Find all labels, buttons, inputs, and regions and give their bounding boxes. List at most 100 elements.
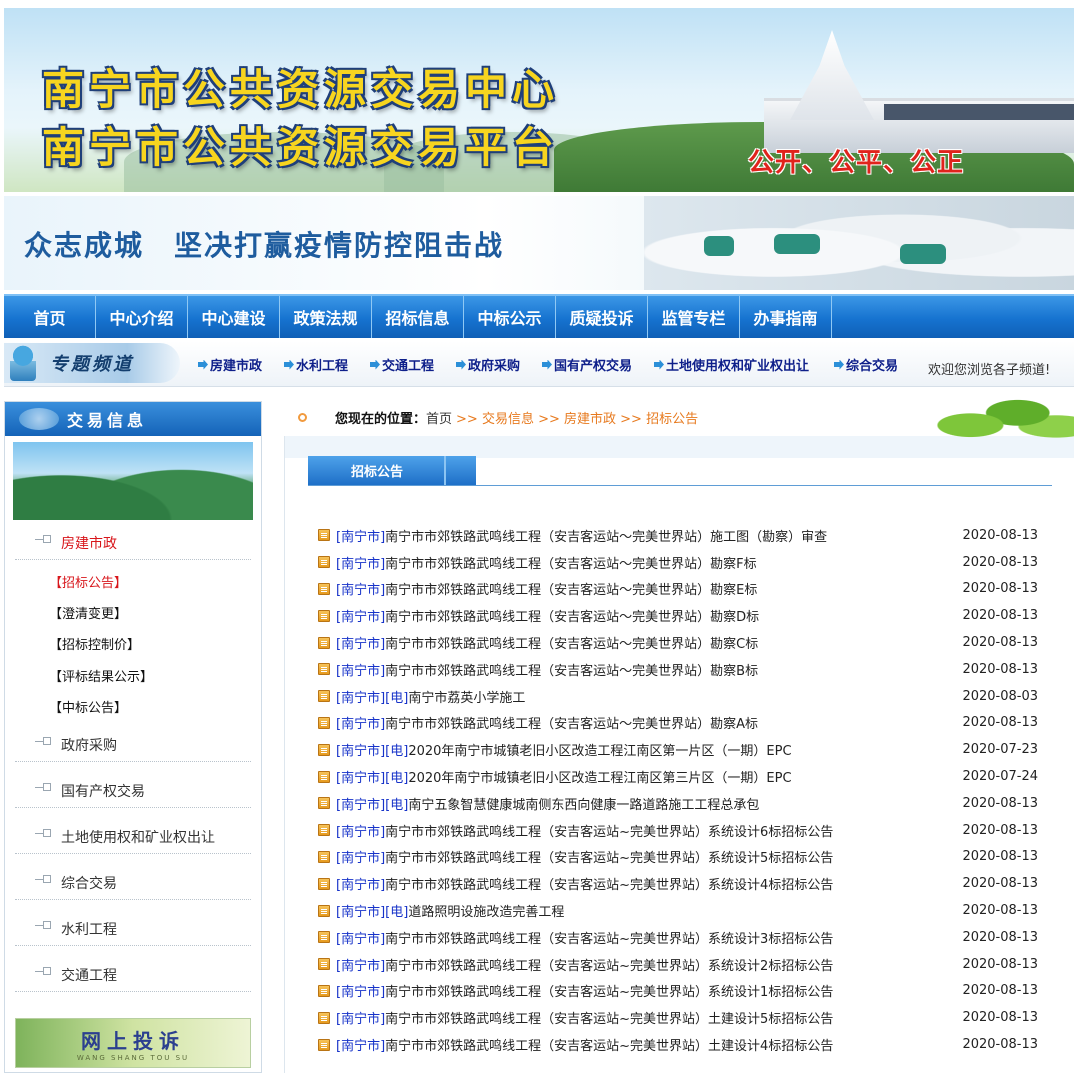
nav-item-tender-info[interactable]: 招标信息 bbox=[372, 296, 464, 338]
list-item[interactable]: [南宁市] 南宁市市郊铁路武鸣线工程（安吉客运站~完美世界站）土建设计5标招标公告… bbox=[318, 1004, 1048, 1031]
sidebar-item-state-assets[interactable]: 国有产权交易 bbox=[15, 770, 251, 808]
nav-item-guide[interactable]: 办事指南 bbox=[740, 296, 832, 338]
sidebar-item-comprehensive[interactable]: 综合交易 bbox=[15, 862, 251, 900]
list-item[interactable]: [南宁市] 南宁市市郊铁路武鸣线工程（安吉客运站～完美世界站）勘察B标 2020-0… bbox=[318, 656, 1048, 683]
list-item[interactable]: [南宁市] 南宁市市郊铁路武鸣线工程（安吉客运站～完美世界站）勘察E标 2020-0… bbox=[318, 576, 1048, 603]
nav-item-supervision[interactable]: 监管专栏 bbox=[648, 296, 740, 338]
sidebar-item-procurement[interactable]: 政府采购 bbox=[15, 724, 251, 762]
list-item[interactable]: [南宁市] 南宁市市郊铁路武鸣线工程（安吉客运站～完美世界站）勘察D标 2020-0… bbox=[318, 602, 1048, 629]
list-item[interactable]: [南宁市] 南宁市市郊铁路武鸣线工程（安吉客运站~完美世界站）系统设计1标招标公告… bbox=[318, 978, 1048, 1005]
breadcrumb-home[interactable]: 首页 bbox=[426, 408, 452, 427]
topic-link-water[interactable]: 水利工程 bbox=[284, 355, 348, 374]
header-banner: 南宁市公共资源交易中心 南宁市公共资源交易平台 公开、公平、公正 bbox=[4, 8, 1074, 192]
list-item[interactable]: [南宁市] [电] 南宁市荔英小学施工 2020-08-03 bbox=[318, 683, 1048, 710]
building-spire-shape bbox=[790, 30, 874, 120]
notice-title[interactable]: 南宁市市郊铁路武鸣线工程（安吉客运站～完美世界站）施工图（勘察）审查 bbox=[385, 526, 827, 545]
notice-title[interactable]: 南宁市市郊铁路武鸣线工程（安吉客运站~完美世界站）系统设计2标招标公告 bbox=[385, 955, 833, 974]
notice-title[interactable]: 道路照明设施改造完善工程 bbox=[408, 901, 564, 920]
list-item[interactable]: [南宁市] 南宁市市郊铁路武鸣线工程（安吉客运站~完美世界站）系统设计2标招标公告… bbox=[318, 951, 1048, 978]
topic-link-housing[interactable]: 房建市政 bbox=[198, 355, 262, 374]
breadcrumb-tender-notice[interactable]: >> 招标公告 bbox=[620, 408, 698, 427]
sidebar-subitem-tender-notice[interactable]: 【招标公告】 bbox=[49, 572, 127, 591]
arrow-right-icon bbox=[198, 359, 208, 370]
notice-title[interactable]: 南宁市市郊铁路武鸣线工程（安吉客运站~完美世界站）系统设计3标招标公告 bbox=[385, 928, 833, 947]
notice-date: 2020-08-13 bbox=[962, 983, 1038, 999]
nav-item-home[interactable]: 首页 bbox=[4, 296, 96, 338]
list-item[interactable]: [南宁市] [电] 2020年南宁市城镇老旧小区改造工程江南区第一片区（一期）EPC… bbox=[318, 736, 1048, 763]
arrow-right-icon bbox=[284, 359, 294, 370]
topic-link-traffic[interactable]: 交通工程 bbox=[370, 355, 434, 374]
list-item[interactable]: [南宁市] 南宁市市郊铁路武鸣线工程（安吉客运站~完美世界站）系统设计4标招标公告… bbox=[318, 870, 1048, 897]
notice-date: 2020-08-13 bbox=[962, 661, 1038, 677]
sidebar-item-water[interactable]: 水利工程 bbox=[15, 908, 251, 946]
sidebar-item-land-mining[interactable]: 土地使用权和矿业权出让 bbox=[15, 816, 251, 854]
topic-link-land-mining[interactable]: 土地使用权和矿业权出让 bbox=[654, 355, 809, 374]
arrow-right-icon bbox=[834, 359, 844, 370]
notice-title[interactable]: 南宁市市郊铁路武鸣线工程（安吉客运站~完美世界站）系统设计1标招标公告 bbox=[385, 981, 833, 1000]
list-item[interactable]: [南宁市] 南宁市市郊铁路武鸣线工程（安吉客运站~完美世界站）系统设计5标招标公告… bbox=[318, 844, 1048, 871]
list-item[interactable]: [南宁市] [电] 2020年南宁市城镇老旧小区改造工程江南区第三片区（一期）EPC… bbox=[318, 763, 1048, 790]
region-tag: [南宁市] bbox=[336, 905, 386, 921]
region-tag: [南宁市] bbox=[336, 744, 386, 760]
region-tag: [南宁市] bbox=[336, 931, 386, 947]
notice-title[interactable]: 南宁市市郊铁路武鸣线工程（安吉客运站~完美世界站）系统设计6标招标公告 bbox=[385, 821, 833, 840]
nav-item-construction[interactable]: 中心建设 bbox=[188, 296, 280, 338]
notice-date: 2020-08-13 bbox=[962, 849, 1038, 865]
sidebar-subitem-clarification[interactable]: 【澄清变更】 bbox=[49, 603, 127, 622]
notice-title[interactable]: 南宁市市郊铁路武鸣线工程（安吉客运站～完美世界站）勘察A标 bbox=[385, 713, 758, 732]
electronic-tag: [电] bbox=[385, 744, 409, 760]
notice-title[interactable]: 南宁市市郊铁路武鸣线工程（安吉客运站～完美世界站）勘察B标 bbox=[385, 660, 758, 679]
notice-title[interactable]: 南宁市荔英小学施工 bbox=[408, 687, 525, 706]
arrow-right-icon bbox=[456, 359, 466, 370]
list-item[interactable]: [南宁市] [电] 道路照明设施改造完善工程 2020-08-13 bbox=[318, 897, 1048, 924]
notice-date: 2020-08-13 bbox=[962, 1010, 1038, 1026]
sidebar-subitem-control-price[interactable]: 【招标控制价】 bbox=[49, 634, 140, 653]
notice-title[interactable]: 南宁市市郊铁路武鸣线工程（安吉客运站~完美世界站）系统设计4标招标公告 bbox=[385, 874, 833, 893]
document-icon bbox=[318, 984, 330, 997]
nav-item-about[interactable]: 中心介绍 bbox=[96, 296, 188, 338]
nav-item-policy[interactable]: 政策法规 bbox=[280, 296, 372, 338]
topic-link-state-assets[interactable]: 国有产权交易 bbox=[542, 355, 632, 374]
notice-date: 2020-08-13 bbox=[962, 527, 1038, 543]
list-item[interactable]: [南宁市] 南宁市市郊铁路武鸣线工程（安吉客运站~完美世界站）土建设计4标招标公告… bbox=[318, 1031, 1048, 1058]
notice-title[interactable]: 2020年南宁市城镇老旧小区改造工程江南区第一片区（一期）EPC bbox=[408, 740, 791, 759]
notice-date: 2020-08-13 bbox=[962, 554, 1038, 570]
breadcrumb-housing[interactable]: >> 房建市政 bbox=[538, 408, 616, 427]
notice-title[interactable]: 南宁市市郊铁路武鸣线工程（安吉客运站~完美世界站）系统设计5标招标公告 bbox=[385, 847, 833, 866]
nav-item-complaints[interactable]: 质疑投诉 bbox=[556, 296, 648, 338]
sidebar-item-traffic[interactable]: 交通工程 bbox=[15, 954, 251, 992]
sidebar-subitem-evaluation-result[interactable]: 【评标结果公示】 bbox=[49, 666, 153, 685]
electronic-tag: [电] bbox=[385, 797, 409, 813]
list-item[interactable]: [南宁市] 南宁市市郊铁路武鸣线工程（安吉客运站~完美世界站）系统设计6标招标公告… bbox=[318, 817, 1048, 844]
topic-link-procurement[interactable]: 政府采购 bbox=[456, 355, 520, 374]
document-icon bbox=[318, 1038, 330, 1051]
region-tag: [南宁市] bbox=[336, 1039, 386, 1055]
notice-title[interactable]: 南宁市市郊铁路武鸣线工程（安吉客运站～完美世界站）勘察F标 bbox=[385, 553, 756, 572]
document-icon bbox=[318, 529, 330, 542]
sidebar-item-housing[interactable]: 房建市政 bbox=[15, 522, 251, 560]
list-item[interactable]: [南宁市] 南宁市市郊铁路武鸣线工程（安吉客运站～完美世界站）勘察C标 2020-0… bbox=[318, 629, 1048, 656]
notice-title[interactable]: 2020年南宁市城镇老旧小区改造工程江南区第三片区（一期）EPC bbox=[408, 767, 791, 786]
notice-title[interactable]: 南宁市市郊铁路武鸣线工程（安吉客运站~完美世界站）土建设计4标招标公告 bbox=[385, 1035, 833, 1054]
sidebar-subitem-award-notice[interactable]: 【中标公告】 bbox=[49, 697, 127, 716]
notice-title[interactable]: 南宁五象智慧健康城南侧东西向健康一路道路施工工程总承包 bbox=[408, 794, 759, 813]
electronic-tag: [电] bbox=[385, 690, 409, 706]
nav-item-award-notice[interactable]: 中标公示 bbox=[464, 296, 556, 338]
notice-title[interactable]: 南宁市市郊铁路武鸣线工程（安吉客运站~完美世界站）土建设计5标招标公告 bbox=[385, 1008, 833, 1027]
tab-tender-notice[interactable]: 招标公告 bbox=[308, 456, 476, 485]
notice-title[interactable]: 南宁市市郊铁路武鸣线工程（安吉客运站～完美世界站）勘察D标 bbox=[385, 606, 759, 625]
notice-title[interactable]: 南宁市市郊铁路武鸣线工程（安吉客运站～完美世界站）勘察C标 bbox=[385, 633, 758, 652]
online-complaint-button[interactable]: 网上投诉 WANG SHANG TOU SU bbox=[15, 1018, 251, 1068]
list-item[interactable]: [南宁市] 南宁市市郊铁路武鸣线工程（安吉客运站～完美世界站）施工图（勘察）审查 2… bbox=[318, 522, 1048, 549]
mask-shape bbox=[704, 236, 734, 256]
notice-title[interactable]: 南宁市市郊铁路武鸣线工程（安吉客运站～完美世界站）勘察E标 bbox=[385, 579, 757, 598]
list-item[interactable]: [南宁市] 南宁市市郊铁路武鸣线工程（安吉客运站～完美世界站）勘察F标 2020-0… bbox=[318, 549, 1048, 576]
list-item[interactable]: [南宁市] 南宁市市郊铁路武鸣线工程（安吉客运站～完美世界站）勘察A标 2020-0… bbox=[318, 710, 1048, 737]
list-item[interactable]: [南宁市] 南宁市市郊铁路武鸣线工程（安吉客运站~完美世界站）系统设计3标招标公告… bbox=[318, 924, 1048, 951]
tab-bar: 招标公告 bbox=[308, 456, 1052, 486]
list-item[interactable]: [南宁市] [电] 南宁五象智慧健康城南侧东西向健康一路道路施工工程总承包 2020-… bbox=[318, 790, 1048, 817]
breadcrumb-trade-info[interactable]: >> 交易信息 bbox=[456, 408, 534, 427]
fountain-icon bbox=[10, 345, 36, 381]
topic-link-comprehensive[interactable]: 综合交易 bbox=[834, 355, 898, 374]
document-icon bbox=[318, 797, 330, 810]
